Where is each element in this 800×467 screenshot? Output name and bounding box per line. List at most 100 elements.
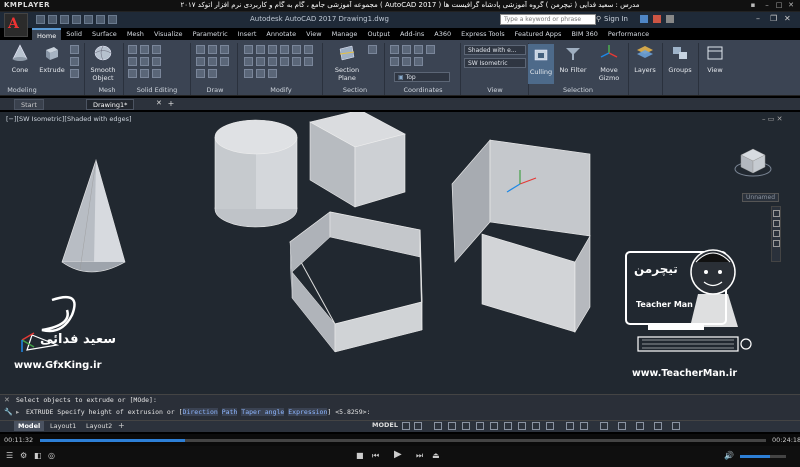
ribbon-tab-manage[interactable]: Manage	[327, 28, 363, 40]
move-icon[interactable]	[244, 45, 253, 54]
option-direction[interactable]: Direction	[182, 408, 218, 416]
ribbon-tab-insert[interactable]: Insert	[233, 28, 262, 40]
binoculars-icon[interactable]: ⚲	[596, 15, 601, 23]
ribbon-tab-home[interactable]: Home	[32, 28, 62, 40]
ucs-face-icon[interactable]	[390, 57, 399, 66]
ucs-icon[interactable]	[390, 45, 399, 54]
isolate-objects-icon[interactable]	[618, 422, 626, 430]
line-icon[interactable]	[196, 45, 205, 54]
ribbon-tab-bim-360[interactable]: BIM 360	[566, 28, 602, 40]
open-icon[interactable]	[48, 15, 57, 24]
ribbon-tab-featured-apps[interactable]: Featured Apps	[510, 28, 567, 40]
3d-osnap-icon[interactable]	[490, 422, 498, 430]
view-button[interactable]: View	[702, 44, 728, 74]
volume-icon[interactable]: 🔊	[724, 451, 734, 460]
plot-icon[interactable]	[84, 15, 93, 24]
layout-tab-model[interactable]: Model	[14, 421, 45, 431]
fillet-edge-icon[interactable]	[152, 57, 161, 66]
maximize-icon[interactable]: □	[774, 1, 784, 10]
move-gizmo-button[interactable]: Move Gizmo	[594, 44, 624, 82]
slice-icon[interactable]	[152, 45, 161, 54]
subtract-icon[interactable]	[140, 45, 149, 54]
minimize-window-icon[interactable]: –	[756, 14, 760, 23]
hatch-icon[interactable]	[220, 57, 229, 66]
ucs-x-icon[interactable]	[402, 45, 411, 54]
new-icon[interactable]	[36, 15, 45, 24]
ucs-view-icon[interactable]	[402, 57, 411, 66]
visual-style-select[interactable]: Shaded with e...	[464, 45, 526, 55]
close-tab-icon[interactable]: ✕	[156, 99, 162, 107]
ellipse-icon[interactable]	[208, 69, 217, 78]
ucs-y-icon[interactable]	[414, 45, 423, 54]
sign-in-button[interactable]: Sign In	[604, 15, 628, 23]
pin-icon[interactable]: ▪	[748, 1, 758, 10]
panel-label-modeling[interactable]: Modeling	[0, 86, 44, 94]
cone-button[interactable]: Cone	[8, 44, 32, 74]
layout-tab-layout2[interactable]: Layout2	[82, 421, 116, 431]
stretch-icon[interactable]	[268, 45, 277, 54]
explode-icon[interactable]	[268, 69, 277, 78]
polysolid-icon[interactable]	[70, 45, 79, 54]
option-path[interactable]: Path	[221, 408, 238, 416]
groups-button[interactable]: Groups	[666, 44, 694, 74]
viewcube[interactable]	[733, 143, 773, 183]
playlist-icon[interactable]: ☰	[6, 451, 13, 460]
ribbon-tab-a360[interactable]: A360	[429, 28, 456, 40]
orbit-icon[interactable]	[773, 240, 780, 247]
clean-screen-icon[interactable]	[654, 422, 662, 430]
ucs-origin-icon[interactable]	[414, 57, 423, 66]
scale-icon[interactable]	[304, 45, 313, 54]
application-menu-button[interactable]: A	[4, 13, 28, 37]
ribbon-tab-express-tools[interactable]: Express Tools	[456, 28, 509, 40]
selection-cycling-icon[interactable]	[532, 422, 540, 430]
ribbon-tab-solid[interactable]: Solid	[61, 28, 87, 40]
copy-icon[interactable]	[256, 45, 265, 54]
stop-icon[interactable]: ■	[356, 451, 364, 460]
ribbon-tab-surface[interactable]: Surface	[87, 28, 122, 40]
polyline-icon[interactable]	[208, 45, 217, 54]
command-close-icon[interactable]: ✕	[4, 396, 10, 404]
workspace-icon[interactable]	[580, 422, 588, 430]
panel-label-section[interactable]: Section	[326, 86, 384, 94]
search-input[interactable]: Type a keyword or phrase	[500, 14, 596, 25]
extract-edges-icon[interactable]	[140, 57, 149, 66]
next-icon[interactable]: ⏭	[416, 451, 423, 461]
arc-icon[interactable]	[196, 57, 205, 66]
ribbon-tab-annotate[interactable]: Annotate	[261, 28, 301, 40]
osnap-icon[interactable]	[476, 422, 484, 430]
play-icon[interactable]: ▶	[394, 449, 402, 460]
settings-icon[interactable]: ⚙	[20, 451, 27, 460]
command-input[interactable]: EXTRUDE Specify height of extrusion or […	[26, 408, 370, 416]
save-as-icon[interactable]	[72, 15, 81, 24]
redo-icon[interactable]	[108, 15, 117, 24]
ribbon-tab-parametric[interactable]: Parametric	[188, 28, 233, 40]
zoom-icon[interactable]	[773, 230, 780, 237]
mirror-icon[interactable]	[292, 45, 301, 54]
offset-icon[interactable]	[256, 69, 265, 78]
polar-icon[interactable]	[448, 422, 456, 430]
circle-icon[interactable]	[220, 45, 229, 54]
erase-icon[interactable]	[280, 57, 289, 66]
isodraft-icon[interactable]	[462, 422, 470, 430]
ucs-z-icon[interactable]	[426, 45, 435, 54]
ribbon-tab-view[interactable]: View	[301, 28, 326, 40]
exchange-icon[interactable]	[653, 15, 661, 23]
snap-icon[interactable]	[414, 422, 422, 430]
ribbon-tab-visualize[interactable]: Visualize	[149, 28, 188, 40]
eject-icon[interactable]: ⏏	[432, 451, 440, 460]
section-icon[interactable]	[368, 45, 377, 54]
steering-wheel-icon[interactable]	[773, 210, 780, 217]
layers-button[interactable]: Layers	[632, 44, 658, 74]
file-tab-start[interactable]: Start	[14, 99, 44, 110]
3d-icon[interactable]: ◧	[34, 451, 42, 460]
customization-icon[interactable]	[672, 422, 680, 430]
new-tab-icon[interactable]: +	[166, 99, 176, 109]
named-views-select[interactable]: ▣ Top	[394, 72, 450, 82]
pan-icon[interactable]	[773, 220, 780, 227]
ortho-icon[interactable]	[434, 422, 442, 430]
no-filter-button[interactable]: No Filter	[558, 44, 588, 74]
option-taper-angle[interactable]: Taper angle	[241, 408, 285, 416]
previous-icon[interactable]: ⏮	[372, 451, 379, 461]
section-plane-button[interactable]: Section Plane	[330, 44, 364, 82]
ribbon-tab-add-ins[interactable]: Add-ins	[395, 28, 429, 40]
